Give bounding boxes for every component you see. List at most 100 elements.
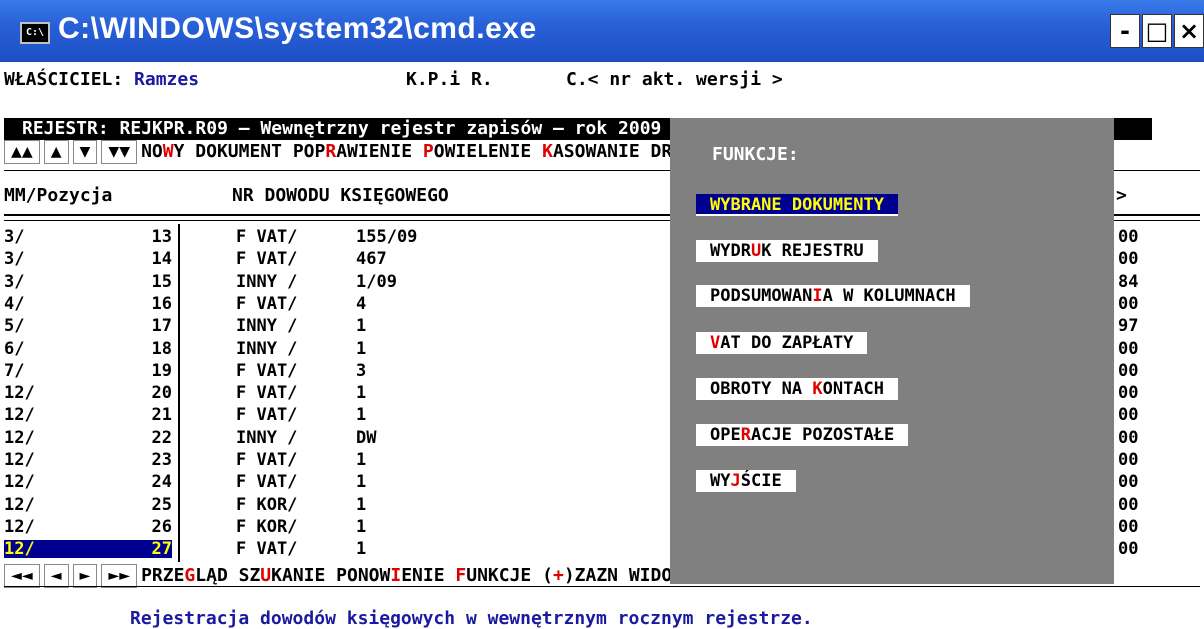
column-divider: [178, 224, 180, 562]
row-month: 12/: [4, 472, 35, 493]
row-position: 13: [151, 227, 172, 247]
dialog-option-6[interactable]: WYJŚCIE: [696, 470, 796, 492]
row-month: 12/: [4, 540, 48, 559]
row-doc-type: INNY /: [236, 338, 298, 359]
row-month: 4/: [4, 293, 25, 314]
row-amount-tail: 00: [1118, 516, 1139, 537]
dialog-option-text: WYDR: [710, 241, 751, 261]
header-line: WŁAŚCICIEL: Ramzes K.P.i R. C.< nr akt. we…: [4, 69, 783, 90]
row-doc-type: F VAT/: [236, 405, 298, 426]
row-amount-tail: 00: [1118, 249, 1139, 270]
dialog-option-3[interactable]: VAT DO ZAPŁATY: [696, 332, 868, 354]
window-titlebar[interactable]: C:\ C:\WINDOWS\system32\cmd.exe - □ ×: [0, 0, 1204, 62]
row-doc-number: 155/09: [356, 227, 418, 247]
minimize-button[interactable]: -: [1110, 14, 1140, 48]
dialog-option-text: ONTACH: [822, 379, 885, 399]
dialog-option-text: OBROTY NA: [710, 379, 813, 399]
row-month: 3/: [4, 271, 25, 292]
dialog-option-hotkey: R: [740, 425, 751, 445]
column-right-marker: >: [1116, 185, 1127, 206]
row-doc-type: F VAT/: [236, 249, 298, 270]
bottom_menu-nav-button-2[interactable]: ►: [72, 564, 98, 588]
top_menu-item-1[interactable]: DOKUMENT: [184, 141, 282, 162]
row-position: 22: [151, 427, 172, 448]
row-doc-type: F VAT/: [236, 383, 298, 404]
row-position: 18: [151, 338, 172, 359]
dialog-option-hotkey: V: [710, 333, 721, 353]
dialog-option-5[interactable]: OPERACJE POZOSTAŁE: [696, 424, 909, 446]
row-amount-tail: 00: [1118, 338, 1139, 359]
status-line: Rejestracja dowodów księgowych w wewnętr…: [130, 608, 813, 629]
column-mm-pozycja: MM/Pozycja: [4, 185, 113, 206]
dialog-title: FUNKCJE:: [712, 144, 799, 165]
row-doc-number: 1: [356, 405, 367, 426]
bottom_menu-nav-button-0[interactable]: ◄◄: [4, 564, 40, 588]
bottom_menu-item-text: [445, 565, 456, 586]
top_menu-item-0[interactable]: NOWY: [141, 141, 185, 162]
version-info: C.< nr akt. wersji >: [566, 69, 783, 90]
top_menu-item-2[interactable]: POPRAWIENIE: [281, 141, 413, 162]
dialog-option-4[interactable]: OBROTY NA KONTACH: [696, 378, 899, 400]
dialog-option-hotkey: U: [750, 241, 762, 261]
row-month: 12/: [4, 405, 35, 426]
bottom_menu-item-text: UNKCJE: [466, 565, 532, 586]
top_menu-item-hotkey: P: [422, 141, 434, 162]
row-doc-number: 3: [356, 360, 367, 381]
bottom_menu-item-text: PONOW: [325, 565, 391, 586]
app-name: K.P.i R.: [406, 69, 493, 90]
row-doc-type: F VAT/: [236, 227, 298, 247]
close-button[interactable]: ×: [1174, 14, 1204, 48]
top_menu-item-3[interactable]: POWIELENIE: [412, 141, 532, 162]
bottom_menu-nav-button-3[interactable]: ►►: [101, 564, 138, 588]
cmd-app-icon[interactable]: C:\: [20, 22, 50, 44]
dialog-option-text: ŚCIE: [740, 471, 782, 491]
row-doc-type: F VAT/: [236, 450, 298, 470]
dialog-option-text: WY: [710, 471, 731, 491]
console-area[interactable]: WŁAŚCICIEL: Ramzes K.P.i R. C.< nr akt. we…: [0, 62, 1204, 629]
row-position: 14: [151, 249, 172, 270]
top_menu-item-4[interactable]: KASOWANIE: [531, 141, 640, 162]
top_menu-item-text: DOKUMENT: [184, 141, 282, 162]
row-amount-tail: 00: [1118, 293, 1139, 314]
bottom_menu-item-text: (: [531, 565, 553, 586]
dialog-option-1[interactable]: WYDRUK REJESTRU: [696, 240, 878, 262]
top_menu-nav-button-3[interactable]: ▼▼: [101, 140, 138, 164]
top_menu-nav-button-1[interactable]: ▲: [43, 140, 69, 164]
row-position: 27: [48, 540, 172, 559]
row-position: 19: [151, 360, 172, 381]
row-amount-tail: 00: [1118, 405, 1139, 426]
dialog-option-2[interactable]: PODSUMOWANIA W KOLUMNACH: [696, 285, 970, 307]
bottom_menu-item-3[interactable]: FUNKCJE: [444, 565, 532, 586]
top_menu-item-text: Y: [173, 141, 185, 162]
bottom_menu-nav-button-1[interactable]: ◄: [43, 564, 69, 588]
maximize-button[interactable]: □: [1142, 14, 1172, 48]
dialog-option-text: A W KOLUMNACH: [822, 286, 956, 306]
row-position: 20: [151, 383, 172, 404]
row-position: 15: [151, 271, 172, 292]
column-nr-dowodu: NR DOWODU KSIĘGOWEGO: [232, 185, 449, 206]
row-position: 23: [151, 450, 172, 470]
bottom_menu-item-4[interactable]: (+)ZAZN: [531, 565, 618, 586]
top_menu-item-text: [412, 141, 423, 162]
bottom_menu-item-2[interactable]: PONOWIENIE: [325, 565, 445, 586]
row-doc-type: F VAT/: [236, 293, 298, 314]
row-position: 24: [151, 472, 172, 493]
row-doc-type: F VAT/: [236, 539, 298, 560]
top_menu-nav-button-0[interactable]: ▲▲: [4, 140, 40, 164]
owner-name: Ramzes: [134, 69, 200, 90]
row-doc-type: F VAT/: [236, 472, 298, 493]
dialog-option-0[interactable]: WYBRANE DOKUMENTY: [696, 194, 898, 216]
row-month: 12/: [4, 516, 35, 537]
row-doc-number: 1: [356, 383, 367, 404]
top_menu-nav-button-2[interactable]: ▼: [72, 140, 98, 164]
row-doc-number: 467: [356, 249, 387, 270]
bottom_menu-item-0[interactable]: PRZEGLĄD: [141, 565, 228, 586]
top_menu-item-text: OWIELENIE: [433, 141, 532, 162]
bottom_menu-item-1[interactable]: SZUKANIE: [227, 565, 326, 586]
bottom-rule: [4, 586, 1200, 587]
row-doc-number: 1: [356, 338, 367, 359]
row-doc-number: DW: [356, 427, 377, 448]
row-month: 12/: [4, 427, 35, 448]
bottom_menu-item-hotkey: F: [455, 565, 467, 586]
dialog-option-text: AT DO ZAPŁATY: [720, 333, 854, 353]
